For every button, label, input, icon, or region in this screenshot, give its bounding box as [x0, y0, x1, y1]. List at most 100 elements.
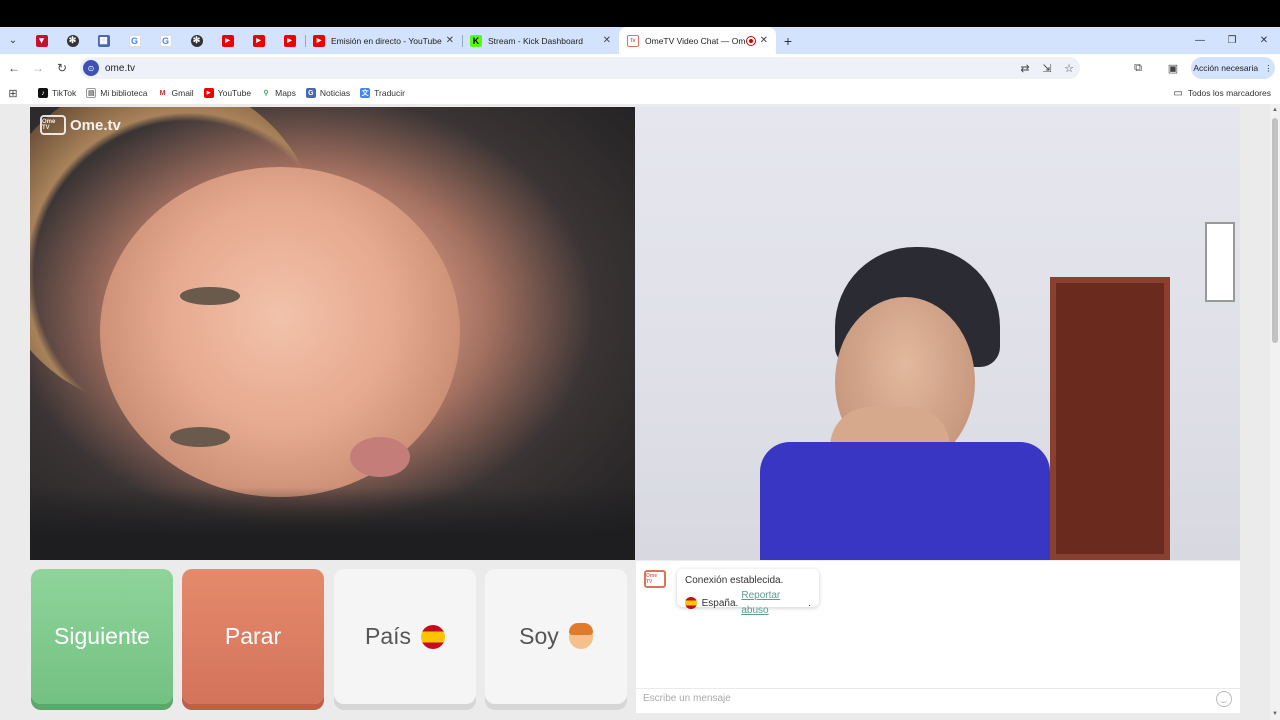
scroll-up-icon[interactable]: ▲ [1272, 107, 1278, 113]
emoji-picker-icon[interactable] [1216, 691, 1232, 707]
library-icon: ▤ [86, 88, 97, 98]
bookmark-gmail[interactable]: M Gmail [157, 88, 194, 98]
tab-title: Emisión en directo - YouTube S [331, 35, 442, 46]
tv-icon: Ome TV [40, 115, 66, 135]
all-bookmarks-label: Todos los marcadores [1187, 88, 1271, 98]
ometv-icon: tv [627, 34, 639, 47]
action-required-button[interactable]: Acción necesaria ⋮ [1191, 57, 1275, 79]
stop-label: Parar [224, 623, 282, 649]
country-name: España. [701, 597, 739, 609]
bookmark-label: Gmail [171, 88, 194, 98]
forward-button[interactable]: → [26, 54, 50, 82]
maps-icon: ⚲ [261, 88, 272, 98]
recording-icon [745, 35, 756, 46]
arrow-left-icon: ← [8, 61, 20, 75]
stop-button[interactable]: Parar [182, 569, 324, 704]
ometv-logo: Ome TV Ome.tv [40, 115, 121, 135]
bookmark-news[interactable]: G Noticias [305, 88, 351, 98]
site-info-icon[interactable]: ⊙ [83, 60, 99, 76]
openai-icon: ✻ [66, 34, 79, 47]
pinned-tab-1[interactable]: ▾ [26, 27, 57, 54]
new-tab-button[interactable]: + [776, 27, 800, 54]
translate-icon[interactable]: ⇄ [1014, 62, 1036, 75]
chat-panel: Ome TV Conexión establecida. España. Rep… [636, 561, 1240, 713]
report-abuse-link[interactable]: Reportar abuso [741, 588, 808, 618]
google-icon: G [128, 34, 141, 47]
tiktok-icon: ♪ [38, 88, 48, 98]
omnibox-actions: ⇄ ⇲ ☆ [1014, 57, 1080, 79]
bookmarks-bar: ⊞ ♪ TikTok ▤ Mi biblioteca M Gmail ▶ YouTube… [0, 82, 1280, 104]
omnibox[interactable]: ⊙ ome.tv ⇄ ⇲ ☆ [80, 57, 1080, 79]
bookmark-label: Mi biblioteca [100, 88, 148, 98]
reload-button[interactable]: ↻ [50, 54, 74, 82]
country-button[interactable]: País [334, 569, 476, 704]
self-video [635, 107, 1240, 560]
youtube-icon: ▶ [252, 34, 265, 47]
bookmark-label: Noticias [319, 88, 351, 98]
pinned-tab-4[interactable]: G [119, 27, 150, 54]
page-scrollbar[interactable]: ▲ ▼ [1270, 104, 1280, 720]
pinned-tab-2[interactable]: ✻ [57, 27, 88, 54]
address-toolbar: ← → ↻ ⊙ ome.tv ⇄ ⇲ ☆ ⧉ ▣ Acción necesari… [0, 54, 1280, 82]
youtube-icon: ▶ [313, 34, 325, 47]
bookmark-label: Maps [275, 88, 296, 98]
apps-grid-icon[interactable]: ⊞ [0, 87, 26, 100]
system-message: Conexión establecida. España. Reportar a… [677, 569, 819, 616]
close-icon[interactable]: ✕ [603, 35, 611, 46]
pinned-tab-6[interactable]: ✻ [181, 27, 212, 54]
connection-status: Conexión establecida. [685, 575, 784, 586]
next-button[interactable]: Siguiente [31, 569, 173, 704]
gender-button[interactable]: Soy [485, 569, 627, 704]
grid-icon: ▦ [97, 34, 110, 47]
country-label: País [364, 623, 412, 649]
tab-kick-dashboard[interactable]: K Stream - Kick Dashboard ✕ [462, 27, 619, 54]
minimize-icon[interactable]: — [1184, 27, 1216, 54]
chevron-down-icon: ⌄ [8, 35, 18, 46]
pinned-tab-8[interactable]: ▶ [243, 27, 274, 54]
todoist-icon: ▾ [35, 34, 48, 47]
kick-icon: K [470, 34, 482, 47]
next-label: Siguiente [54, 623, 150, 649]
arrow-right-icon: → [32, 61, 44, 75]
tab-search-button[interactable]: ⌄ [0, 27, 26, 54]
bookmark-translate[interactable]: 文 Traducir [360, 88, 405, 98]
tab-bar: ⌄ ▾ ✻ ▦ G G ✻ ▶ ▶ ▶ ▶ Emisión en directo… [0, 27, 1280, 54]
bookmark-label: YouTube [217, 88, 252, 98]
ometv-chat-icon: Ome TV [644, 570, 666, 588]
url-text[interactable]: ome.tv [105, 63, 135, 74]
pinned-tab-5[interactable]: G [150, 27, 181, 54]
install-app-icon[interactable]: ⇲ [1036, 62, 1058, 75]
back-button[interactable]: ← [2, 54, 26, 82]
close-icon[interactable]: ✕ [446, 35, 454, 46]
pinned-tab-9[interactable]: ▶ [274, 27, 305, 54]
action-required-label: Acción necesaria [1193, 63, 1259, 73]
partner-video [30, 107, 635, 560]
close-window-icon[interactable]: ✕ [1248, 27, 1280, 54]
bookmark-maps[interactable]: ⚲ Maps [261, 88, 296, 98]
scroll-down-icon[interactable]: ▼ [1272, 711, 1278, 717]
pinned-tab-3[interactable]: ▦ [88, 27, 119, 54]
extensions-icon[interactable]: ⧉ [1128, 58, 1148, 78]
restore-icon[interactable]: ❐ [1216, 27, 1248, 54]
tab-title: Stream - Kick Dashboard [488, 35, 583, 46]
message-input[interactable]: Escribe un mensaje [643, 693, 731, 704]
profile-icon[interactable]: ▣ [1163, 58, 1183, 78]
translate-icon: 文 [360, 88, 371, 98]
all-bookmarks[interactable]: ▭ Todos los marcadores [1173, 82, 1271, 104]
report-suffix: . [808, 597, 811, 609]
bookmark-library[interactable]: ▤ Mi biblioteca [86, 88, 148, 98]
folder-icon: ▭ [1173, 87, 1183, 99]
pinned-tab-7[interactable]: ▶ [212, 27, 243, 54]
bookmark-tiktok[interactable]: ♪ TikTok [38, 88, 76, 98]
window-controls: — ❐ ✕ [1184, 27, 1280, 54]
bookmark-youtube[interactable]: ▶ YouTube [203, 88, 252, 98]
news-icon: G [305, 88, 316, 98]
scrollbar-thumb[interactable] [1272, 118, 1278, 343]
bookmark-label: TikTok [52, 88, 77, 98]
close-icon[interactable]: ✕ [760, 35, 768, 46]
youtube-icon: ▶ [203, 88, 214, 98]
tab-ometv[interactable]: tv OmeTV Video Chat — Ome ✕ [619, 27, 776, 54]
tab-title: OmeTV Video Chat — Ome [645, 35, 746, 46]
tab-youtube-live[interactable]: ▶ Emisión en directo - YouTube S ✕ [305, 27, 462, 54]
star-icon[interactable]: ☆ [1058, 62, 1080, 75]
